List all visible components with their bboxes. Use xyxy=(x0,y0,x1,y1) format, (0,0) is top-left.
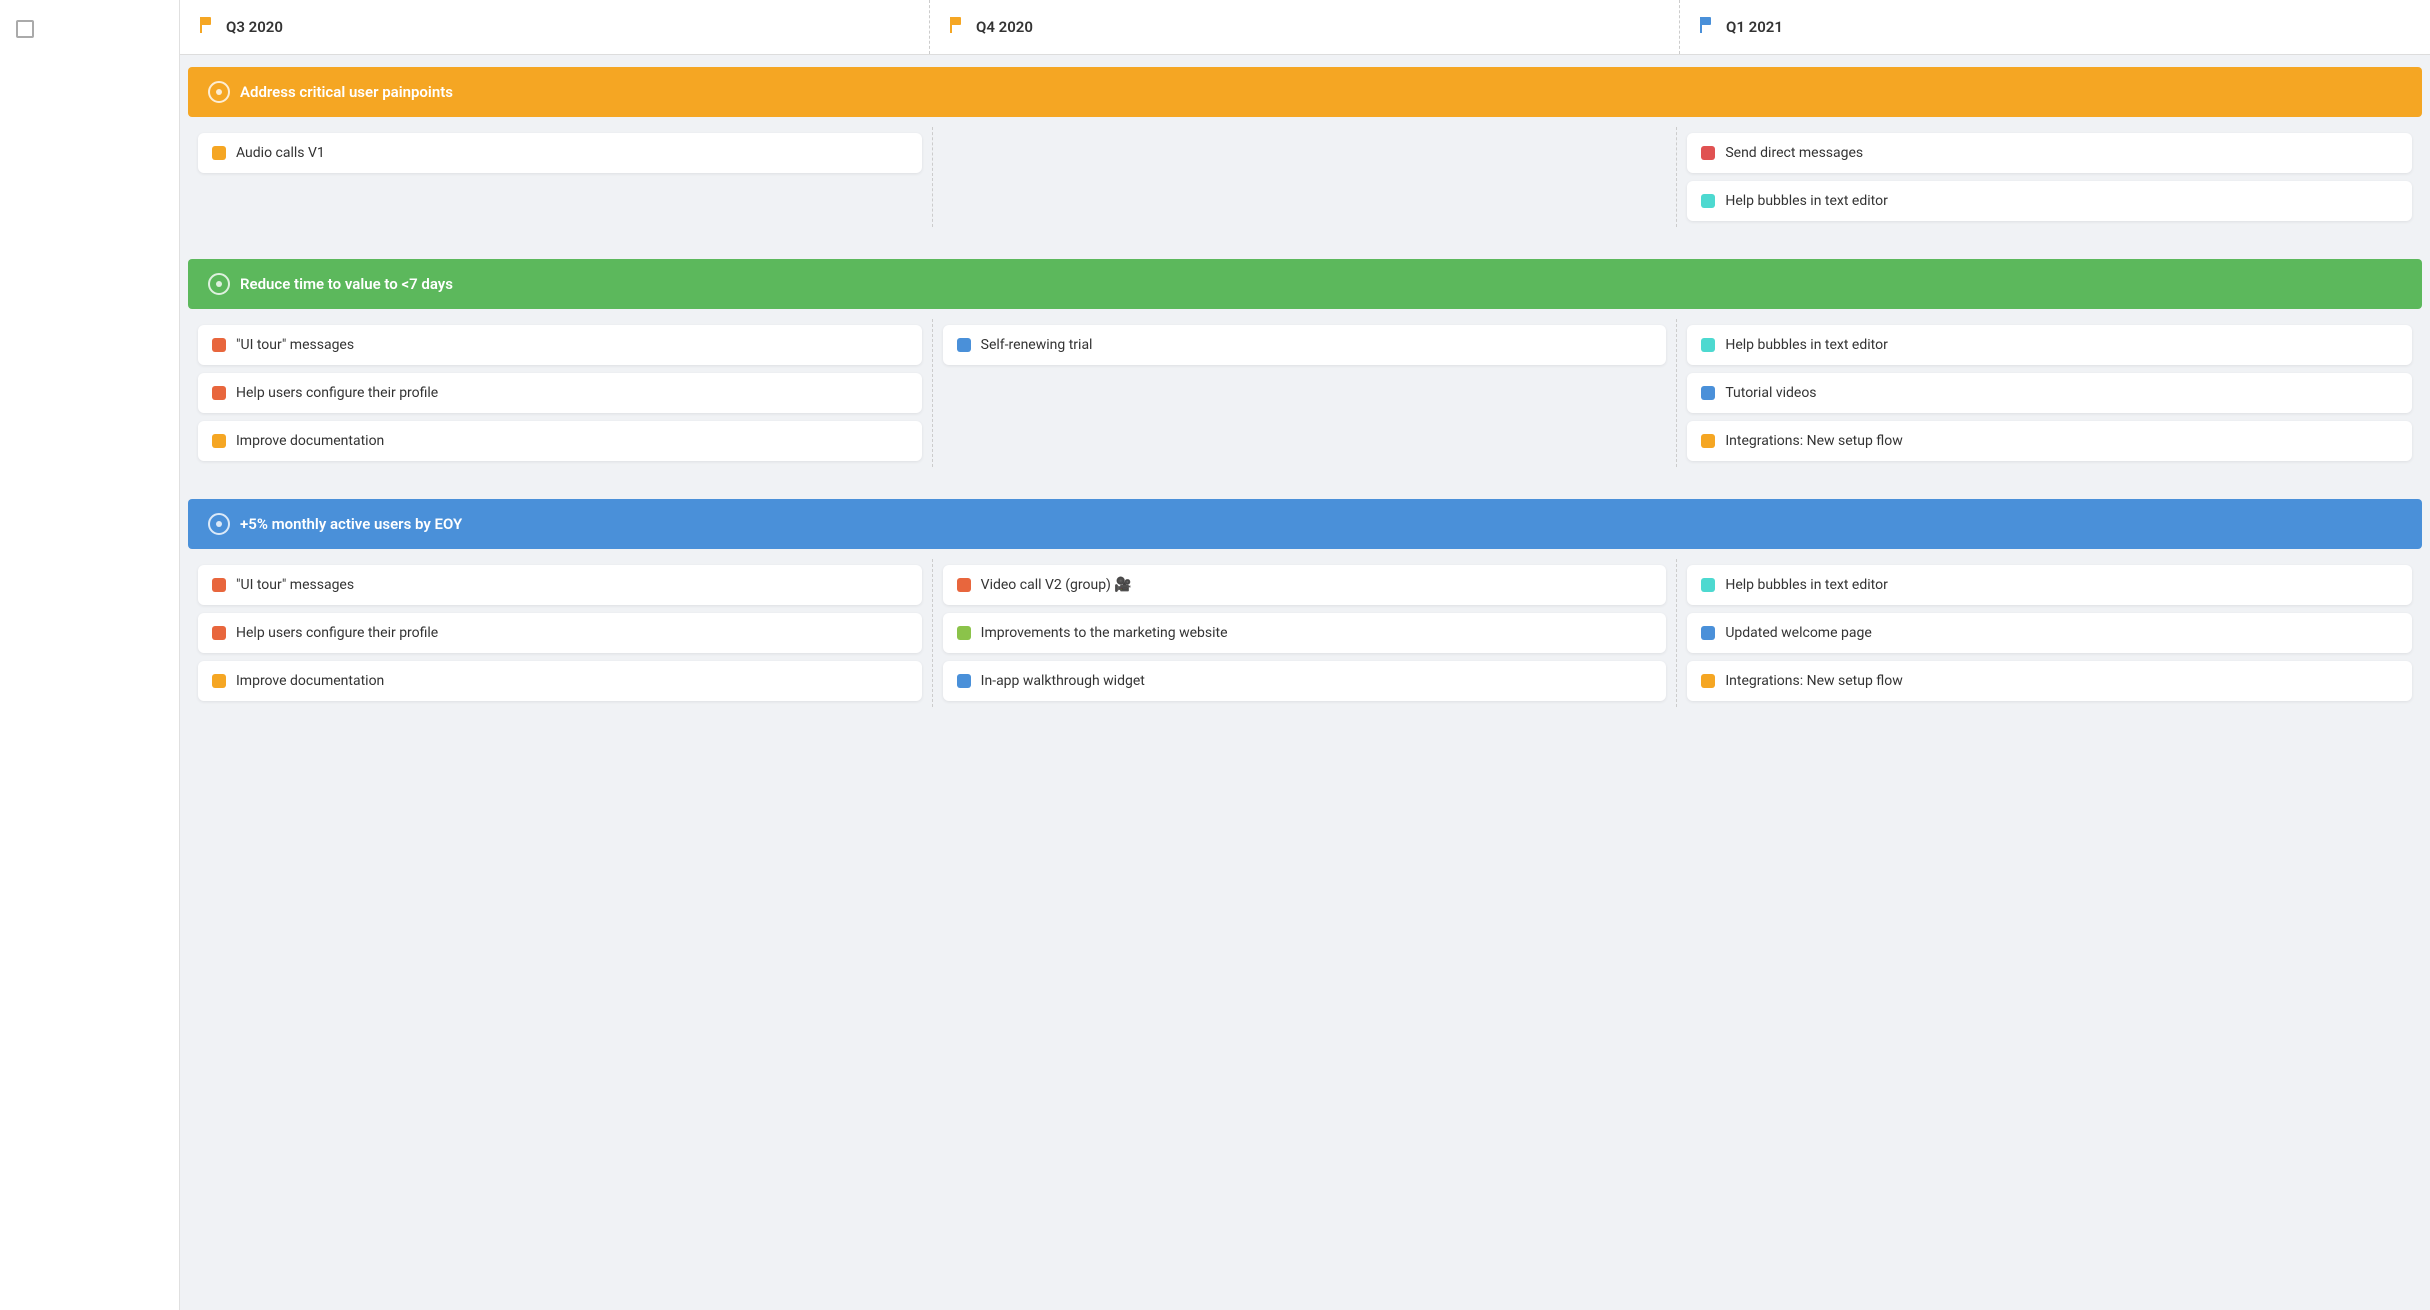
card-label: Self-renewing trial xyxy=(981,337,1093,353)
logo-icon xyxy=(16,20,34,38)
card-dot-icon xyxy=(957,338,971,352)
card-label: Tutorial videos xyxy=(1725,385,1816,401)
objective-row-0: Address critical user painpoints Audio ca… xyxy=(180,67,2430,247)
card-label: Help users configure their profile xyxy=(236,625,438,641)
items-column-2-1: Video call V2 (group) 🎥 Improvements to t… xyxy=(933,559,1678,707)
quarter-label-0: Q3 2020 xyxy=(226,18,283,36)
quarter-label-2: Q1 2021 xyxy=(1726,18,1783,36)
objective-row-2: +5% monthly active users by EOY "UI tour"… xyxy=(180,499,2430,727)
list-item[interactable]: Improvements to the marketing website xyxy=(943,613,1667,653)
card-label: Improve documentation xyxy=(236,673,384,689)
card-label: Audio calls V1 xyxy=(236,145,325,161)
items-grid-2: "UI tour" messages Help users configure t… xyxy=(180,549,2430,727)
items-column-0-2: Send direct messages Help bubbles in text… xyxy=(1677,127,2422,227)
logo[interactable] xyxy=(16,20,163,38)
sidebar xyxy=(0,0,180,1310)
card-label: Video call V2 (group) 🎥 xyxy=(981,577,1132,593)
items-column-2-2: Help bubbles in text editor Updated welco… xyxy=(1677,559,2422,707)
list-item[interactable]: Help bubbles in text editor xyxy=(1687,181,2412,221)
card-dot-icon xyxy=(1701,338,1715,352)
objective-title-1: Reduce time to value to <7 days xyxy=(240,275,453,293)
list-item[interactable]: Tutorial videos xyxy=(1687,373,2412,413)
list-item[interactable]: "UI tour" messages xyxy=(198,565,922,605)
card-dot-icon xyxy=(957,674,971,688)
list-item[interactable]: Help bubbles in text editor xyxy=(1687,325,2412,365)
card-label: Help bubbles in text editor xyxy=(1725,337,1887,353)
card-dot-icon xyxy=(957,578,971,592)
list-item[interactable]: In-app walkthrough widget xyxy=(943,661,1667,701)
objective-title-2: +5% monthly active users by EOY xyxy=(240,515,462,533)
card-dot-icon xyxy=(1701,626,1715,640)
card-dot-icon xyxy=(1701,386,1715,400)
list-item[interactable]: Audio calls V1 xyxy=(198,133,922,173)
list-item[interactable]: Integrations: New setup flow xyxy=(1687,421,2412,461)
card-label: Send direct messages xyxy=(1725,145,1863,161)
card-dot-icon xyxy=(1701,146,1715,160)
card-dot-icon xyxy=(212,578,226,592)
list-item[interactable]: Updated welcome page xyxy=(1687,613,2412,653)
card-label: "UI tour" messages xyxy=(236,577,354,593)
items-grid-1: "UI tour" messages Help users configure t… xyxy=(180,309,2430,487)
flag-icon-1 xyxy=(950,16,968,38)
card-dot-icon xyxy=(212,626,226,640)
list-item[interactable]: Video call V2 (group) 🎥 xyxy=(943,565,1667,605)
items-column-0-1 xyxy=(933,127,1678,227)
items-column-0-0: Audio calls V1 xyxy=(188,127,933,227)
list-item[interactable]: Integrations: New setup flow xyxy=(1687,661,2412,701)
timeline: Q3 2020 Q4 2020 Q1 2021 Address critical u… xyxy=(180,0,2430,727)
card-label: Help bubbles in text editor xyxy=(1725,193,1887,209)
quarter-header-1: Q4 2020 xyxy=(930,0,1680,54)
list-item[interactable]: Help users configure their profile xyxy=(198,373,922,413)
card-dot-icon xyxy=(212,386,226,400)
card-dot-icon xyxy=(212,338,226,352)
card-dot-icon xyxy=(1701,674,1715,688)
list-item[interactable]: Help users configure their profile xyxy=(198,613,922,653)
card-dot-icon xyxy=(957,626,971,640)
quarter-header-0: Q3 2020 xyxy=(180,0,930,54)
objective-banner-2[interactable]: +5% monthly active users by EOY xyxy=(188,499,2422,549)
flag-icon-0 xyxy=(200,16,218,38)
quarter-label-1: Q4 2020 xyxy=(976,18,1033,36)
card-dot-icon xyxy=(212,674,226,688)
objective-icon-0 xyxy=(208,81,230,103)
card-dot-icon xyxy=(1701,578,1715,592)
objective-banner-0[interactable]: Address critical user painpoints xyxy=(188,67,2422,117)
objective-title-0: Address critical user painpoints xyxy=(240,83,453,101)
list-item[interactable]: Send direct messages xyxy=(1687,133,2412,173)
list-item[interactable]: Self-renewing trial xyxy=(943,325,1667,365)
card-label: Updated welcome page xyxy=(1725,625,1871,641)
card-label: Integrations: New setup flow xyxy=(1725,673,1902,689)
card-label: In-app walkthrough widget xyxy=(981,673,1145,689)
card-label: Help bubbles in text editor xyxy=(1725,577,1887,593)
card-label: Help users configure their profile xyxy=(236,385,438,401)
items-column-1-0: "UI tour" messages Help users configure t… xyxy=(188,319,933,467)
objective-icon-1 xyxy=(208,273,230,295)
quarter-header-2: Q1 2021 xyxy=(1680,0,2430,54)
quarters-header: Q3 2020 Q4 2020 Q1 2021 xyxy=(180,0,2430,55)
list-item[interactable]: Improve documentation xyxy=(198,661,922,701)
objective-row-1: Reduce time to value to <7 days "UI tour"… xyxy=(180,259,2430,487)
list-item[interactable]: Improve documentation xyxy=(198,421,922,461)
card-label: Improve documentation xyxy=(236,433,384,449)
list-item[interactable]: "UI tour" messages xyxy=(198,325,922,365)
card-dot-icon xyxy=(212,434,226,448)
items-grid-0: Audio calls V1 Send direct messages Help b… xyxy=(180,117,2430,247)
list-item[interactable]: Help bubbles in text editor xyxy=(1687,565,2412,605)
objectives-container: Address critical user painpoints Audio ca… xyxy=(180,67,2430,727)
objective-banner-1[interactable]: Reduce time to value to <7 days xyxy=(188,259,2422,309)
card-dot-icon xyxy=(1701,194,1715,208)
card-label: Improvements to the marketing website xyxy=(981,625,1228,641)
items-column-1-1: Self-renewing trial xyxy=(933,319,1678,467)
items-column-1-2: Help bubbles in text editor Tutorial vide… xyxy=(1677,319,2422,467)
card-label: "UI tour" messages xyxy=(236,337,354,353)
items-column-2-0: "UI tour" messages Help users configure t… xyxy=(188,559,933,707)
card-label: Integrations: New setup flow xyxy=(1725,433,1902,449)
objective-icon-2 xyxy=(208,513,230,535)
flag-icon-2 xyxy=(1700,16,1718,38)
main-content: Q3 2020 Q4 2020 Q1 2021 Address critical u… xyxy=(180,0,2430,1310)
card-dot-icon xyxy=(1701,434,1715,448)
card-dot-icon xyxy=(212,146,226,160)
